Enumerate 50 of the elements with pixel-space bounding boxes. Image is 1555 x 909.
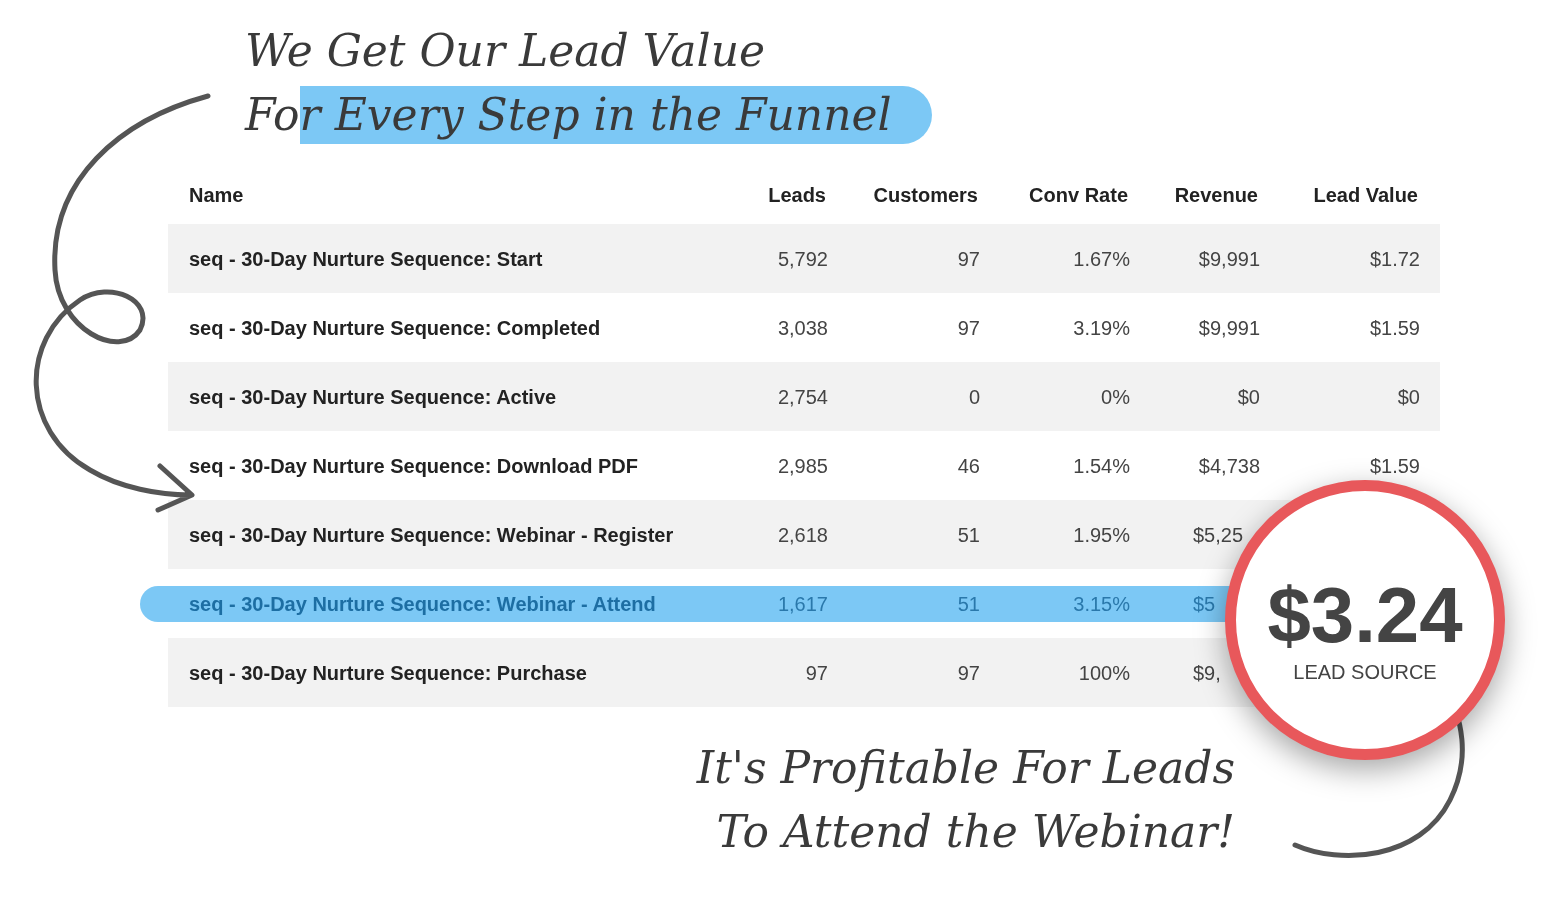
table-cell: 5,792 xyxy=(777,247,828,270)
table-cell: 51 xyxy=(957,592,980,615)
table-cell: 1,617 xyxy=(777,592,828,615)
table-cell: seq - 30-Day Nurture Sequence: Webinar - Register xyxy=(189,523,674,546)
table-cell: 1.67% xyxy=(1073,247,1130,270)
table-cell: 100% xyxy=(1078,661,1130,684)
table-cell: $1.72 xyxy=(1369,247,1420,270)
table-cell: 97 xyxy=(957,661,980,684)
table-cell: 46 xyxy=(957,454,980,477)
column-header: Revenue xyxy=(1173,182,1259,208)
table-cell: $1.59 xyxy=(1369,454,1420,477)
table-cell: 0% xyxy=(1101,385,1130,408)
column-header: Leads xyxy=(767,182,827,208)
table-cell: 0 xyxy=(968,385,980,408)
table-cell: $9, xyxy=(1193,661,1221,684)
table-cell: $5 xyxy=(1193,592,1216,615)
table-cell: 1.95% xyxy=(1073,523,1130,546)
column-header: Name xyxy=(188,182,245,208)
table-cell: 3,038 xyxy=(777,316,828,339)
table-cell: $0 xyxy=(1397,385,1420,408)
table-cell: seq - 30-Day Nurture Sequence: Start xyxy=(189,247,543,270)
table-cell: seq - 30-Day Nurture Sequence: Download PDF xyxy=(189,454,638,477)
table-cell: 51 xyxy=(957,523,980,546)
table-cell: $5,25 xyxy=(1193,523,1244,546)
table-cell: 2,618 xyxy=(777,523,828,546)
table-cell: 3.19% xyxy=(1073,316,1130,339)
headline: We Get Our Lead Value xyxy=(245,24,765,78)
table-cell: 2,985 xyxy=(777,454,828,477)
table-cell: $4,738 xyxy=(1198,454,1260,477)
table-cell: seq - 30-Day Nurture Sequence: Completed xyxy=(189,316,601,339)
lead-source-label: LEAD SOURCE xyxy=(1293,660,1437,685)
column-header: Customers xyxy=(872,182,979,208)
table-cell: $0 xyxy=(1237,385,1260,408)
column-header: Lead Value xyxy=(1312,182,1419,208)
annotation-text: To Attend the Webinar! xyxy=(716,805,1235,859)
table-cell: 1.54% xyxy=(1073,454,1130,477)
table-cell: 97 xyxy=(957,247,980,270)
table-cell: $9,991 xyxy=(1198,247,1260,270)
table-cell: seq - 30-Day Nurture Sequence: Purchase xyxy=(189,661,587,684)
table-cell: $1.59 xyxy=(1369,316,1420,339)
table-cell: $9,991 xyxy=(1198,316,1260,339)
table-cell: 97 xyxy=(957,316,980,339)
table-cell: seq - 30-Day Nurture Sequence: Active xyxy=(189,385,557,408)
annotation-text: It's Profitable For Leads xyxy=(696,741,1235,795)
table-cell: 2,754 xyxy=(777,385,828,408)
lead-value-amount: $3.24 xyxy=(1267,573,1463,657)
table-cell: 97 xyxy=(805,661,828,684)
table-cell: seq - 30-Day Nurture Sequence: Webinar - Attend xyxy=(189,592,656,615)
column-header: Conv Rate xyxy=(1028,182,1129,208)
table-cell: 3.15% xyxy=(1073,592,1130,615)
